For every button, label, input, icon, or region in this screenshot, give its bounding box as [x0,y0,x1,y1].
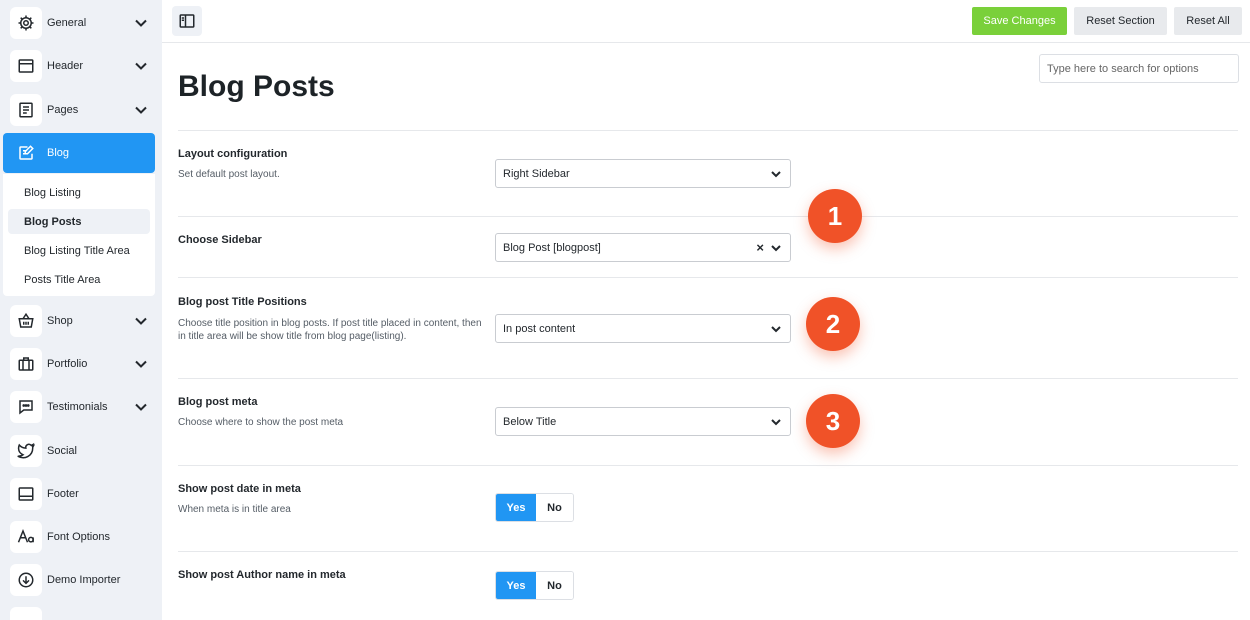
sidebar-item-portfolio[interactable]: Portfolio [0,344,162,384]
sidebar-item-shop[interactable]: Shop [0,301,162,341]
sidebar-item-footer[interactable]: Footer [0,474,162,514]
toggle-no-button[interactable]: No [536,572,573,599]
toggle-yes-button[interactable]: Yes [496,494,536,521]
sidebar-item-label: Font Options [47,531,110,543]
sidebar-toggle-button[interactable] [172,6,202,36]
chevron-down-icon [771,171,781,178]
sidebar-item-label: Header [47,60,84,72]
sidebar-item-label: General [47,17,87,29]
download-icon [10,564,42,596]
sidebar-item-font-options[interactable]: Font Options [0,517,162,557]
sidebar-item-label: Blog [47,147,70,159]
select-value: In post content [503,322,576,335]
sidebar-item-label: Demo Importer [47,574,121,586]
chevron-down-icon [135,317,147,325]
author-meta-toggle: Yes No [495,571,574,600]
sidebar-item-label: Footer [47,488,79,500]
reset-section-button[interactable]: Reset Section [1074,7,1167,35]
option-desc-date-meta: When meta is in title area [178,504,291,515]
blog-submenu: Blog Listing Blog Posts Blog Listing Tit… [3,174,155,296]
select-value: Below Title [503,415,557,428]
chevron-down-icon [135,106,147,114]
window-icon [10,50,42,82]
chevron-down-icon [135,19,147,27]
sidebar-item-label: Pages [47,104,79,116]
submenu-item-posts-title-area[interactable]: Posts Title Area [8,267,150,292]
sidebar: General Header Pages Blog Blog Listing B… [0,0,162,620]
chevron-down-icon [771,245,781,252]
option-desc-meta: Choose where to show the post meta [178,417,344,428]
footer-icon [10,478,42,510]
toggle-yes-button[interactable]: Yes [496,572,536,599]
chevron-down-icon [135,62,147,70]
sidebar-item-partial [0,603,162,620]
page-title: Blog Posts [178,70,335,103]
chat-icon [10,391,42,423]
chevron-down-icon [771,326,781,333]
toggle-no-button[interactable]: No [536,494,573,521]
top-toolbar: Save Changes Reset Section Reset All [162,0,1250,43]
twitter-icon [10,435,42,467]
option-title-meta: Blog post meta [178,396,258,408]
sidebar-item-label: Shop [47,315,73,327]
divider [178,551,1238,552]
post-meta-select[interactable]: Below Title [495,407,791,436]
title-position-select[interactable]: In post content [495,314,791,343]
sidebar-item-pages[interactable]: Pages [0,90,162,130]
sidebar-item-testimonials[interactable]: Testimonials [0,387,162,427]
sidebar-item-blog[interactable]: Blog [3,133,155,173]
chevron-down-icon [771,419,781,426]
sidebar-item-general[interactable]: General [0,3,162,43]
option-title-layout: Layout configuration [178,148,288,160]
step-badge-3: 3 [806,394,860,448]
reset-all-button[interactable]: Reset All [1174,7,1242,35]
divider [178,465,1238,466]
divider [178,216,1238,217]
sidebar-item-header[interactable]: Header [0,46,162,86]
sidebar-item-label: Portfolio [47,358,88,370]
step-badge-1: 1 [808,189,862,243]
select-value: Right Sidebar [503,167,570,180]
submenu-item-blog-listing-title-area[interactable]: Blog Listing Title Area [8,238,150,263]
search-input[interactable] [1039,54,1239,83]
option-title-date-meta: Show post date in meta [178,483,301,495]
submenu-item-blog-posts[interactable]: Blog Posts [8,209,150,234]
chevron-down-icon [135,403,147,411]
panel-icon [179,14,195,28]
option-title-sidebar: Choose Sidebar [178,234,262,246]
sidebar-select[interactable]: Blog Post [blogpost] × [495,233,791,262]
briefcase-icon [10,348,42,380]
divider [178,378,1238,379]
basket-icon [10,305,42,337]
date-meta-toggle: Yes No [495,493,574,522]
clear-icon[interactable]: × [756,241,764,254]
divider [178,130,1238,131]
pages-icon [10,94,42,126]
sidebar-item-demo-importer[interactable]: Demo Importer [0,560,162,600]
option-desc-title-positions: Choose title position in blog posts. If … [178,318,482,342]
submenu-item-blog-listing[interactable]: Blog Listing [8,180,150,205]
sidebar-item-label: Social [47,445,77,457]
edit-icon [10,137,42,169]
divider [178,277,1238,278]
save-changes-button[interactable]: Save Changes [972,7,1067,35]
select-value: Blog Post [blogpost] [503,241,601,254]
option-desc-layout: Set default post layout. [178,169,280,180]
gear-icon [10,7,42,39]
sidebar-item-label: Testimonials [47,401,108,413]
font-icon [10,521,42,553]
step-badge-2: 2 [806,297,860,351]
option-title-author-meta: Show post Author name in meta [178,569,346,581]
chevron-down-icon [135,360,147,368]
generic-icon [10,607,42,620]
option-title-title-positions: Blog post Title Positions [178,296,307,308]
layout-select[interactable]: Right Sidebar [495,159,791,188]
sidebar-item-social[interactable]: Social [0,431,162,471]
